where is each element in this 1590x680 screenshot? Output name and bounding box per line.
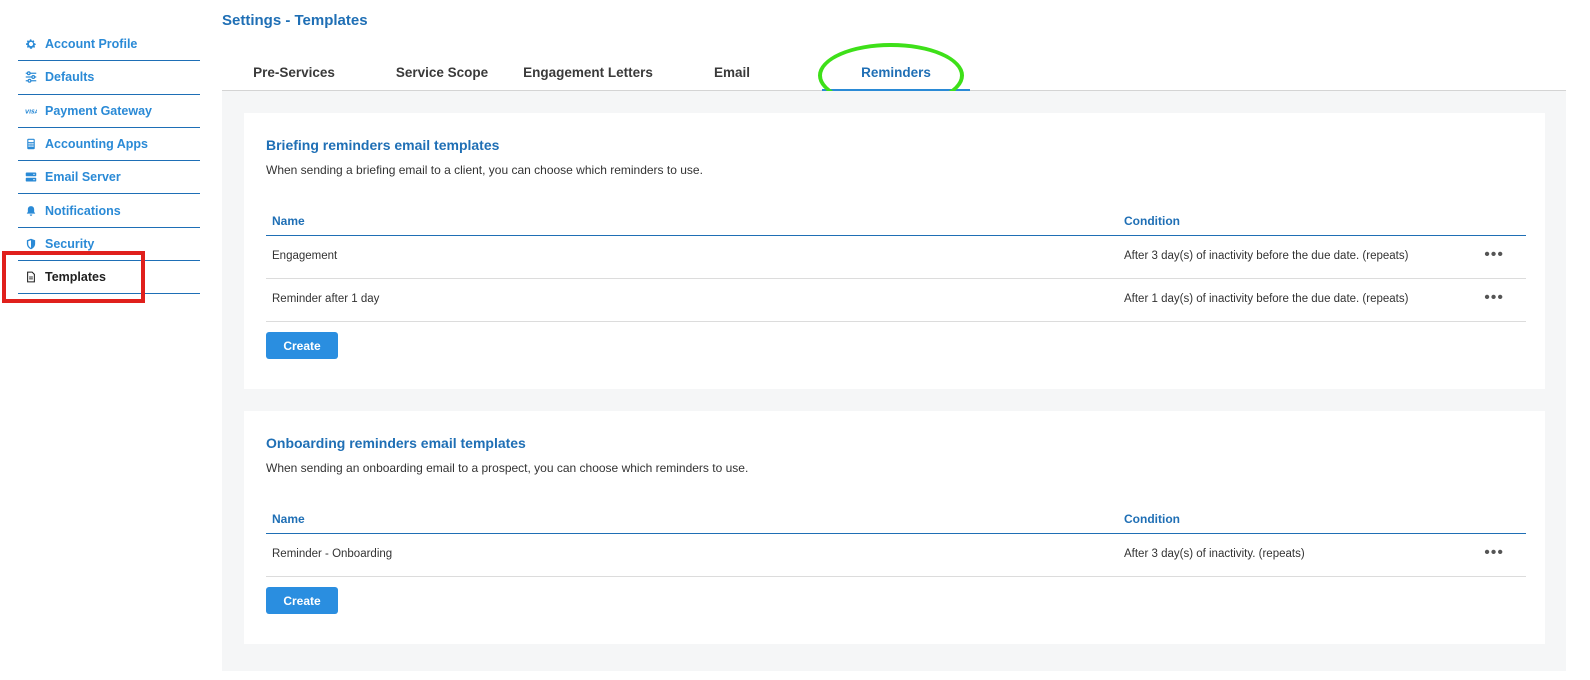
page-title: Settings - Templates bbox=[222, 12, 368, 29]
tab-email[interactable]: Email bbox=[702, 55, 762, 91]
more-options-icon[interactable]: ••• bbox=[1484, 289, 1504, 307]
sidebar-item-notifications[interactable]: Notifications bbox=[18, 194, 200, 228]
sidebar-item-label: Account Profile bbox=[45, 37, 138, 52]
tab-reminders[interactable]: Reminders bbox=[822, 55, 970, 91]
bell-icon bbox=[25, 205, 37, 217]
sidebar-item-templates[interactable]: Templates bbox=[18, 261, 200, 295]
sidebar-item-account-profile[interactable]: Account Profile bbox=[18, 28, 200, 62]
tab-service-scope[interactable]: Service Scope bbox=[382, 55, 502, 91]
settings-sidebar: Account Profile Defaults VISA Payment Ga… bbox=[18, 28, 200, 295]
sidebar-item-security[interactable]: Security bbox=[18, 228, 200, 262]
sidebar-item-email-server[interactable]: Email Server bbox=[18, 161, 200, 195]
column-header-condition: Condition bbox=[1124, 512, 1180, 526]
briefing-reminders-card: Briefing reminders email templates When … bbox=[244, 113, 1545, 389]
row-condition: After 1 day(s) of inactivity before the … bbox=[1124, 293, 1409, 305]
section-description: When sending an onboarding email to a pr… bbox=[266, 461, 749, 475]
row-name: Reminder after 1 day bbox=[272, 293, 380, 305]
tab-pre-services[interactable]: Pre-Services bbox=[244, 55, 344, 91]
row-condition: After 3 day(s) of inactivity. (repeats) bbox=[1124, 548, 1305, 560]
table-row[interactable]: Reminder after 1 day After 1 day(s) of i… bbox=[266, 279, 1526, 322]
column-header-name: Name bbox=[272, 512, 305, 526]
sidebar-item-accounting-apps[interactable]: Accounting Apps bbox=[18, 128, 200, 162]
document-icon bbox=[25, 271, 37, 283]
tab-engagement-letters[interactable]: Engagement Letters bbox=[514, 55, 662, 91]
sidebar-item-label: Notifications bbox=[45, 203, 121, 218]
gear-icon bbox=[25, 38, 37, 50]
sidebar-item-label: Defaults bbox=[45, 70, 95, 85]
onboarding-reminders-table: Name Condition Reminder - Onboarding Aft… bbox=[266, 504, 1526, 577]
sidebar-item-label: Accounting Apps bbox=[45, 137, 149, 152]
calculator-icon bbox=[25, 138, 37, 150]
sidebar-item-label: Security bbox=[45, 236, 95, 251]
svg-text:VISA: VISA bbox=[25, 109, 37, 115]
row-name: Reminder - Onboarding bbox=[272, 548, 393, 560]
server-icon bbox=[25, 171, 37, 183]
column-header-name: Name bbox=[272, 214, 305, 228]
table-header: Name Condition bbox=[266, 206, 1526, 236]
sidebar-item-label: Payment Gateway bbox=[45, 103, 152, 118]
section-description: When sending a briefing email to a clien… bbox=[266, 163, 703, 177]
briefing-reminders-table: Name Condition Engagement After 3 day(s)… bbox=[266, 206, 1526, 322]
table-row[interactable]: Engagement After 3 day(s) of inactivity … bbox=[266, 236, 1526, 279]
section-title: Onboarding reminders email templates bbox=[266, 435, 526, 451]
row-condition: After 3 day(s) of inactivity before the … bbox=[1124, 250, 1409, 262]
visa-card-icon: VISA bbox=[25, 105, 37, 117]
sidebar-item-payment-gateway[interactable]: VISA Payment Gateway bbox=[18, 95, 200, 128]
create-briefing-reminder-button[interactable]: Create bbox=[266, 332, 338, 359]
more-options-icon[interactable]: ••• bbox=[1484, 246, 1504, 264]
table-row[interactable]: Reminder - Onboarding After 3 day(s) of … bbox=[266, 534, 1526, 577]
table-header: Name Condition bbox=[266, 504, 1526, 534]
more-options-icon[interactable]: ••• bbox=[1484, 544, 1504, 562]
sidebar-item-label: Templates bbox=[45, 270, 106, 285]
create-onboarding-reminder-button[interactable]: Create bbox=[266, 587, 338, 614]
row-name: Engagement bbox=[272, 250, 338, 262]
sliders-icon bbox=[25, 71, 37, 84]
section-title: Briefing reminders email templates bbox=[266, 137, 500, 153]
shield-icon bbox=[25, 238, 37, 250]
tab-bar: Pre-Services Service Scope Engagement Le… bbox=[222, 55, 1566, 91]
column-header-condition: Condition bbox=[1124, 214, 1180, 228]
sidebar-item-label: Email Server bbox=[45, 170, 121, 185]
onboarding-reminders-card: Onboarding reminders email templates Whe… bbox=[244, 411, 1545, 644]
sidebar-item-defaults[interactable]: Defaults bbox=[18, 61, 200, 95]
